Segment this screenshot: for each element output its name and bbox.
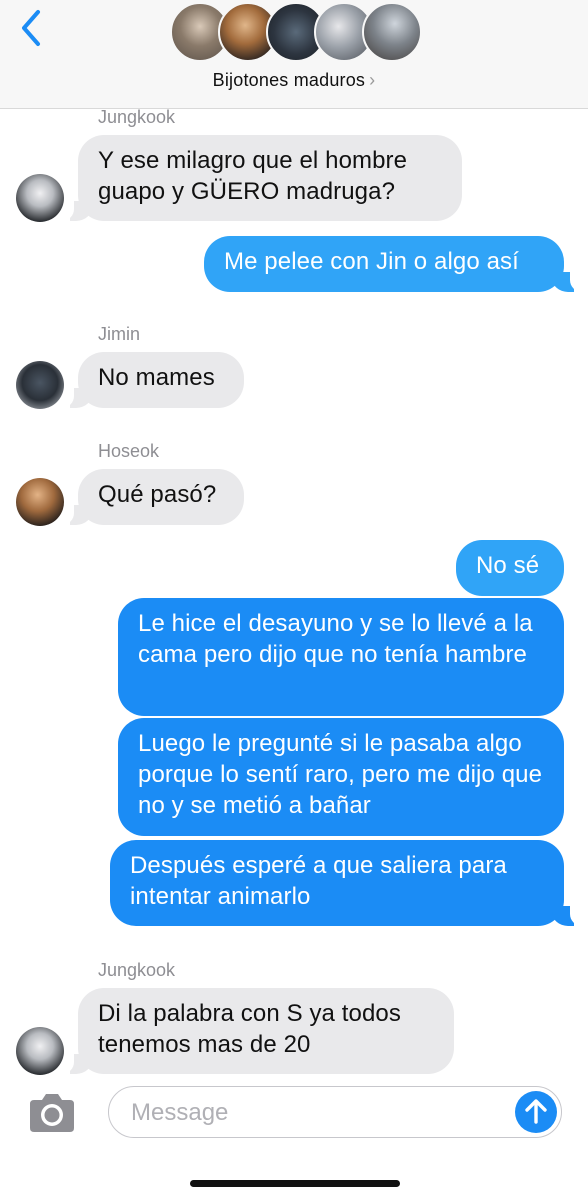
message-bubble-incoming[interactable]: Y ese milagro que el hombre guapo y GÜER…	[78, 135, 462, 221]
bubble-tail	[552, 272, 584, 292]
home-indicator[interactable]	[190, 1180, 400, 1187]
avatar[interactable]	[16, 1027, 64, 1075]
send-button[interactable]	[515, 1091, 557, 1133]
message-input[interactable]	[129, 1097, 513, 1129]
bubble-tail	[60, 1054, 92, 1074]
conversation-header: Bijotones maduros ›	[0, 0, 588, 109]
group-name[interactable]: Bijotones maduros ›	[0, 70, 588, 91]
group-avatars[interactable]	[170, 2, 422, 64]
message-bubble-outgoing[interactable]: Después esperé a que saliera para intent…	[110, 840, 564, 926]
message-bubble-outgoing[interactable]: No sé	[456, 540, 564, 596]
bubble-tail	[60, 201, 92, 221]
group-name-label: Bijotones maduros	[212, 70, 366, 90]
chevron-left-icon[interactable]	[14, 8, 48, 48]
message-bubble-incoming[interactable]: Di la palabra con S ya todos tenemos mas…	[78, 988, 454, 1074]
camera-icon[interactable]	[26, 1092, 78, 1134]
message-bubble-incoming[interactable]: Qué pasó?	[78, 469, 244, 525]
sender-name: Jungkook	[98, 960, 176, 980]
bubble-tail	[60, 505, 92, 525]
sender-name: Hoseok	[98, 441, 160, 461]
message-bubble-incoming[interactable]: No mames	[78, 352, 244, 408]
sender-name: Jimin	[98, 324, 141, 344]
avatar[interactable]	[16, 361, 64, 409]
bubble-tail	[60, 388, 92, 408]
message-bubble-outgoing[interactable]: Le hice el desayuno y se lo llevé a la c…	[118, 598, 564, 716]
bubble-tail	[552, 906, 584, 926]
send-arrow-icon	[525, 1099, 547, 1124]
chevron-right-icon: ›	[369, 70, 376, 90]
sender-name: Jungkook	[98, 107, 176, 127]
avatar[interactable]	[16, 174, 64, 222]
message-bubble-outgoing[interactable]: Luego le pregunté si le pasaba algo porq…	[118, 718, 564, 836]
message-bubble-outgoing[interactable]: Me pelee con Jin o algo así	[204, 236, 564, 292]
group-avatar	[362, 2, 422, 62]
avatar[interactable]	[16, 478, 64, 526]
message-input-field[interactable]	[108, 1086, 562, 1138]
